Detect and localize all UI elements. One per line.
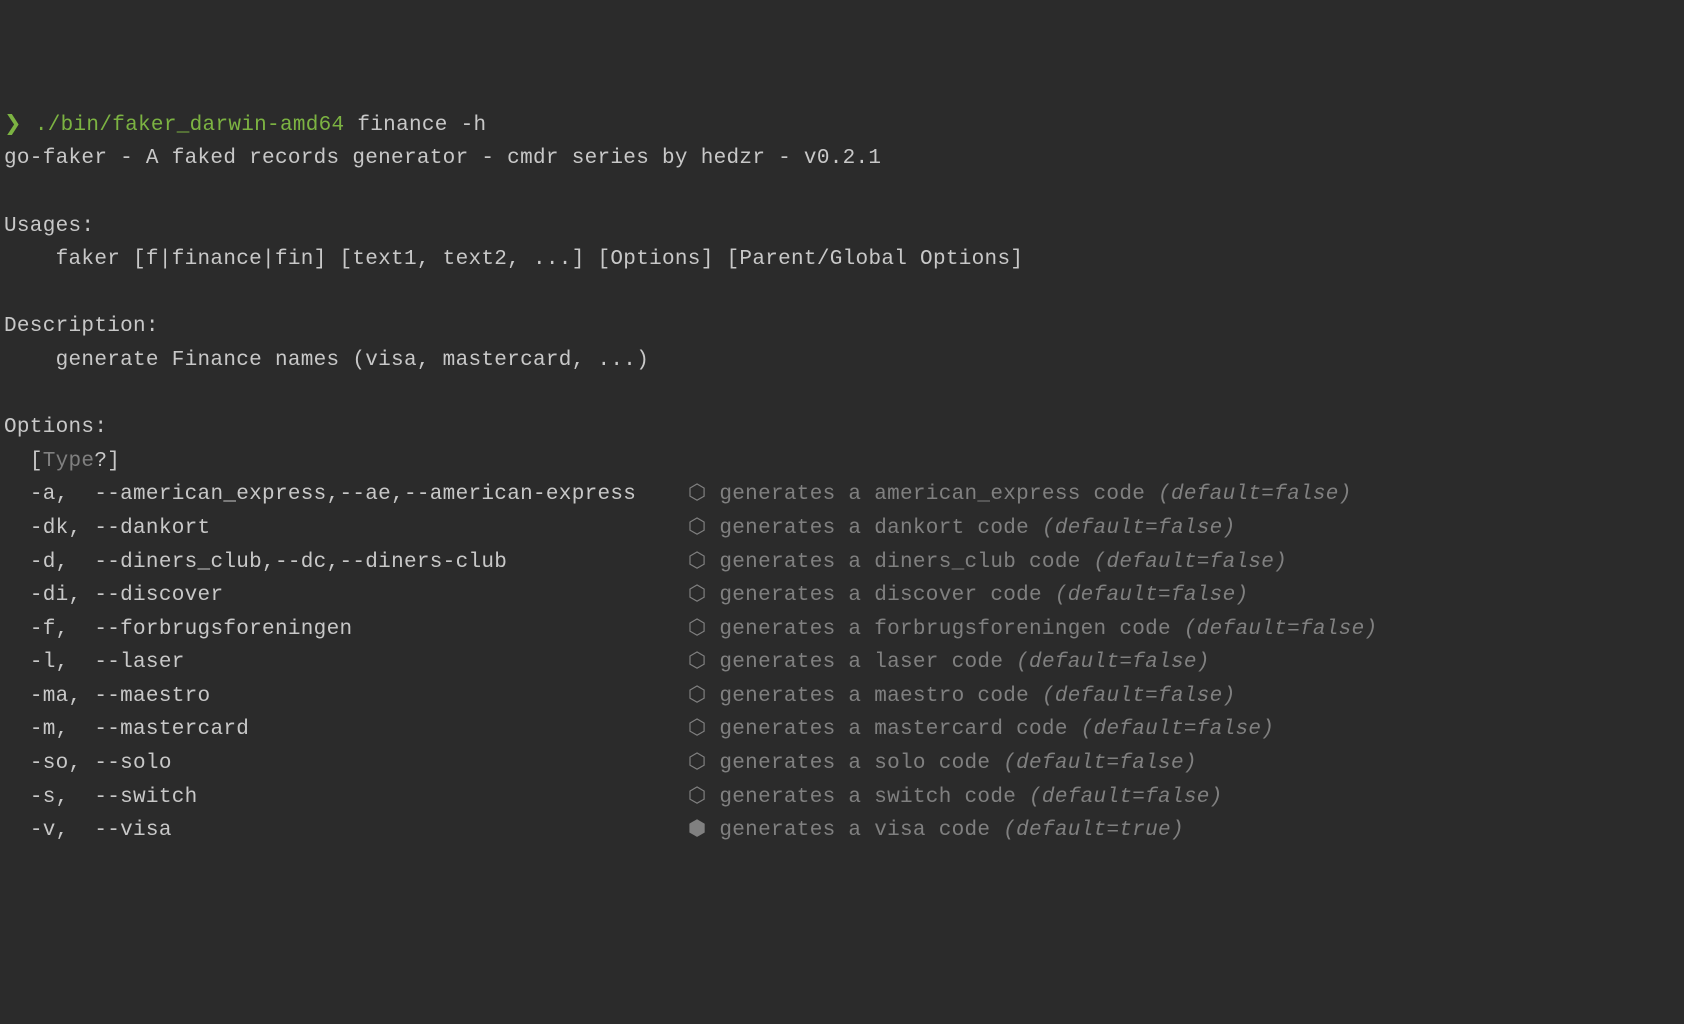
option-bullet-icon: ⬡ — [688, 752, 707, 775]
option-desc: generates a visa code — [719, 819, 990, 842]
option-bullet-icon: ⬡ — [688, 517, 707, 540]
option-desc: generates a american_express code — [719, 483, 1145, 506]
option-default: (default=false) — [1158, 483, 1352, 506]
option-default: (default=false) — [1003, 752, 1197, 775]
option-short: -d, — [30, 551, 95, 574]
option-desc: generates a dankort code — [719, 517, 1029, 540]
command-path: ./bin/faker_darwin-amd64 — [35, 114, 345, 137]
terminal-output: ❯ ./bin/faker_darwin-amd64 finance -h go… — [4, 109, 1680, 848]
type-word: Type — [43, 450, 95, 473]
option-short: -s, — [30, 786, 95, 809]
prompt-line: ❯ ./bin/faker_darwin-amd64 finance -h — [4, 114, 486, 137]
option-desc: generates a maestro code — [719, 685, 1029, 708]
option-desc: generates a switch code — [719, 786, 1016, 809]
option-long: --discover — [94, 584, 675, 607]
option-long: --forbrugsforeningen — [94, 618, 675, 641]
option-long: --switch — [94, 786, 675, 809]
option-bullet-icon: ⬡ — [688, 651, 707, 674]
options-label: Options: — [4, 416, 107, 439]
option-default: (default=false) — [1055, 584, 1249, 607]
option-bullet-icon: ⬡ — [688, 786, 707, 809]
option-desc: generates a laser code — [719, 651, 1003, 674]
usages-label: Usages: — [4, 215, 94, 238]
option-short: -l, — [30, 651, 95, 674]
option-default: (default=false) — [1029, 786, 1223, 809]
prompt-symbol: ❯ — [4, 114, 22, 137]
option-bullet-icon: ⬡ — [688, 718, 707, 741]
option-bullet-icon: ⬡ — [688, 551, 707, 574]
option-long: --laser — [94, 651, 675, 674]
option-long: --mastercard — [94, 718, 675, 741]
option-default: (default=false) — [1081, 718, 1275, 741]
option-default: (default=false) — [1016, 651, 1210, 674]
description-text: generate Finance names (visa, mastercard… — [56, 349, 650, 372]
command-args: finance -h — [357, 114, 486, 137]
option-default: (default=false) — [1184, 618, 1378, 641]
option-short: -ma, — [30, 685, 95, 708]
option-default: (default=true) — [1003, 819, 1184, 842]
option-bullet-icon: ⬡ — [688, 618, 707, 641]
option-short: -dk, — [30, 517, 95, 540]
type-group: [Type?] — [30, 450, 120, 473]
options-list: -a, --american_express,--ae,--american-e… — [4, 478, 1680, 848]
option-default: (default=false) — [1094, 551, 1288, 574]
option-default: (default=false) — [1042, 685, 1236, 708]
option-desc: generates a diners_club code — [719, 551, 1080, 574]
option-long: --maestro — [94, 685, 675, 708]
option-desc: generates a discover code — [719, 584, 1042, 607]
option-long: --american_express,--ae,--american-expre… — [94, 483, 675, 506]
option-bullet-icon: ⬡ — [688, 483, 707, 506]
option-short: -so, — [30, 752, 95, 775]
option-default: (default=false) — [1042, 517, 1236, 540]
option-long: --solo — [94, 752, 675, 775]
option-bullet-icon: ⬡ — [688, 584, 707, 607]
option-desc: generates a solo code — [719, 752, 990, 775]
app-header: go-faker - A faked records generator - c… — [4, 147, 881, 170]
option-long: --dankort — [94, 517, 675, 540]
option-long: --diners_club,--dc,--diners-club — [94, 551, 675, 574]
option-bullet-icon: ⬢ — [688, 819, 707, 842]
option-long: --visa — [94, 819, 675, 842]
option-desc: generates a forbrugsforeningen code — [719, 618, 1171, 641]
option-bullet-icon: ⬡ — [688, 685, 707, 708]
usages-text: faker [f|finance|fin] [text1, text2, ...… — [56, 248, 1024, 271]
description-label: Description: — [4, 315, 159, 338]
option-short: -v, — [30, 819, 95, 842]
option-short: -di, — [30, 584, 95, 607]
option-desc: generates a mastercard code — [719, 718, 1067, 741]
option-short: -m, — [30, 718, 95, 741]
option-short: -f, — [30, 618, 95, 641]
option-short: -a, — [30, 483, 95, 506]
